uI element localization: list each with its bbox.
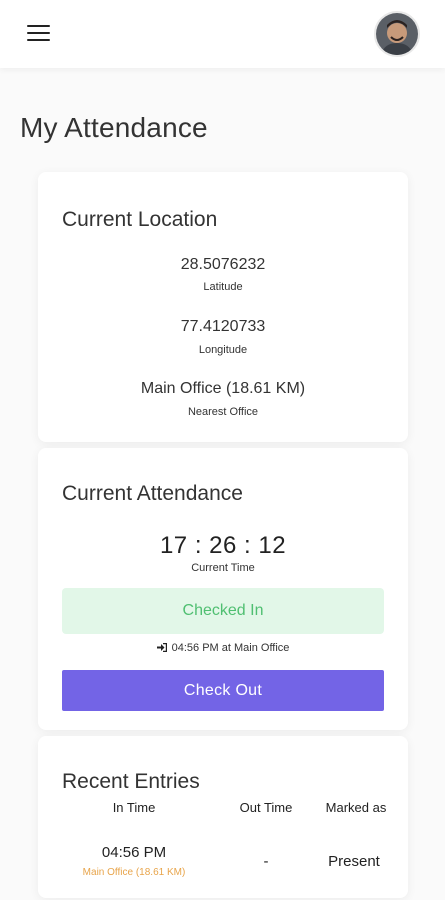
current-attendance-card: Current Attendance 17 : 26 : 12 Current … [38, 448, 408, 730]
nearest-office-label: Nearest Office [187, 406, 259, 418]
check-out-button[interactable]: Check Out [62, 670, 384, 711]
current-location-card: Current Location 28.5076232 Latitude 77.… [38, 172, 408, 442]
current-time-display: 17 : 26 : 12 [159, 532, 287, 559]
user-avatar[interactable] [374, 11, 420, 57]
checkin-info: 04:56 PM at Main Office [38, 642, 408, 654]
latitude-label: Latitude [203, 281, 243, 293]
hamburger-menu-icon[interactable] [27, 24, 51, 42]
entries-card-title: Recent Entries [62, 770, 200, 793]
longitude-label: Longitude [198, 344, 248, 356]
latitude-value: 28.5076232 [180, 256, 266, 273]
column-header-in-time: In Time [112, 800, 156, 815]
row-in-location: Main Office (18.61 KM) [82, 867, 186, 878]
checked-in-status-badge: Checked In [62, 588, 384, 634]
attendance-card-title: Current Attendance [62, 482, 243, 505]
location-card-title: Current Location [62, 208, 218, 231]
current-time-label: Current Time [191, 562, 255, 574]
sign-in-icon [156, 642, 170, 654]
column-header-out-time: Out Time [239, 800, 293, 815]
checkin-info-text: 04:56 PM at Main Office [171, 642, 290, 654]
column-header-marked-as: Marked as [325, 800, 387, 815]
nearest-office-value: Main Office (18.61 KM) [140, 380, 306, 397]
row-in-time: 04:56 PM [101, 844, 167, 861]
page-title: My Attendance [20, 112, 208, 143]
longitude-value: 77.4120733 [180, 318, 266, 335]
top-app-bar [0, 0, 445, 68]
row-out-time: - [263, 853, 269, 870]
recent-entries-card: Recent Entries In Time Out Time Marked a… [38, 736, 408, 898]
row-marked-as: Present [328, 853, 380, 870]
